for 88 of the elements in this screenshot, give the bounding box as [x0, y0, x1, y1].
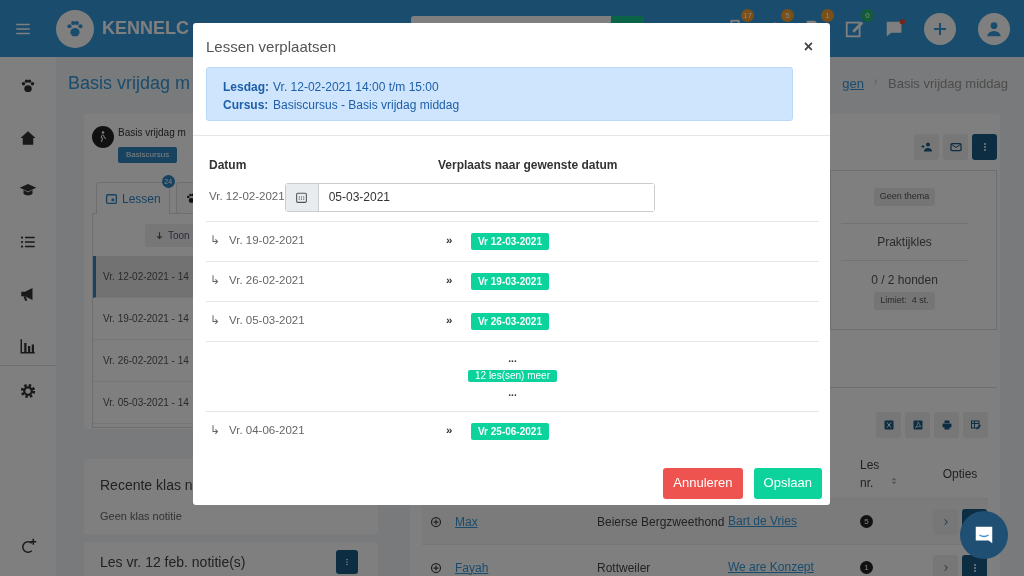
export-button[interactable]: [963, 412, 988, 438]
card-title: Les vr. 12 feb. notitie(s): [100, 552, 246, 572]
more-button[interactable]: [972, 134, 997, 160]
new-date-badge: Vr 25-06-2021: [471, 422, 549, 440]
card-title: Recente klas n: [100, 476, 194, 495]
envelope-icon: [949, 141, 962, 153]
limit-badge: Limiet: 4 st.: [874, 292, 935, 310]
person-plus-icon: [920, 141, 933, 153]
paw-icon[interactable]: [19, 77, 37, 95]
column-header: Datum: [208, 156, 248, 174]
cancel-button[interactable]: Annuleren: [663, 467, 743, 499]
user-avatar[interactable]: [978, 12, 1010, 45]
lesson-number: 1: [860, 561, 873, 574]
chevron-icon: [941, 562, 950, 573]
close-button[interactable]: ×: [799, 39, 817, 56]
double-arrow: »: [446, 233, 454, 249]
more-button[interactable]: [962, 554, 987, 576]
theme-badge: Geen thema: [873, 188, 936, 206]
lesson-number: 5: [860, 515, 873, 528]
dog-name-link[interactable]: Max: [455, 512, 478, 531]
refresh-plus-icon[interactable]: [19, 538, 37, 556]
ellipsis-text: ...: [508, 354, 517, 364]
chevron-icon: [941, 516, 950, 527]
new-date-badge: Vr 19-03-2021: [471, 272, 549, 290]
more-button[interactable]: [336, 550, 358, 574]
ellipsis-text: ...: [508, 388, 517, 398]
column-header[interactable]: Opties: [942, 465, 978, 483]
notification-count: 17: [741, 8, 754, 22]
export-button[interactable]: [876, 412, 901, 438]
column-header[interactable]: Les nr.: [860, 456, 890, 492]
export-button[interactable]: [934, 412, 959, 438]
new-date-badge: Vr 26-03-2021: [471, 312, 549, 330]
info-value: Basiscursus - Basis vrijdag middag: [273, 96, 460, 114]
breed-text: Beierse Bergzweethond: [597, 513, 725, 531]
breed-text: Rottweiler: [597, 559, 651, 576]
plus-circle-icon[interactable]: [430, 561, 442, 574]
arrow-down-icon: [155, 231, 164, 240]
printer-icon: [940, 419, 953, 431]
course-type-badge: Basiscursus: [118, 147, 178, 163]
info-value: Vr. 12-02-2021 14:00 t/m 15:00: [273, 78, 439, 96]
indent-arrow: ↳: [209, 273, 221, 289]
empty-text: Geen klas notitie: [100, 509, 183, 524]
double-arrow: »: [446, 313, 454, 329]
date-field[interactable]: 05-03-2021: [284, 182, 655, 212]
lesson-date: Vr. 05-03-2021: [229, 313, 306, 329]
double-arrow: »: [446, 273, 454, 289]
column-header: Verplaats naar gewenste datum: [437, 156, 619, 174]
owner-link[interactable]: Bart de Vries: [728, 513, 797, 530]
lesson-date: Vr. 12-02-2021: [208, 189, 285, 205]
notification-count: 5: [781, 8, 794, 22]
modal-title: Lessen verplaatsen: [206, 37, 337, 57]
logo-text: KENNELC: [102, 17, 189, 40]
indent-arrow: ↳: [209, 233, 221, 249]
notification-count: 1: [821, 8, 834, 22]
gear-icon[interactable]: [19, 382, 37, 400]
lesson-date: Vr. 19-02-2021: [229, 233, 306, 249]
lesson-type: Praktijkles: [877, 234, 932, 251]
course-name: Basis vrijdag m: [118, 126, 186, 140]
info-label: Cursus:: [223, 96, 270, 114]
owner-link[interactable]: We are Konzept: [728, 559, 814, 576]
more-lessons-badge: 12 les(sen) meer: [468, 370, 557, 382]
plus-icon: [932, 20, 948, 37]
dog-name-link[interactable]: Fayah: [455, 558, 489, 576]
add-person-button[interactable]: [914, 134, 939, 160]
indent-arrow: ↳: [209, 423, 221, 439]
breadcrumb-item[interactable]: gen: [842, 73, 865, 94]
new-date-badge: Vr 12-03-2021: [471, 232, 549, 250]
bar-chart-icon[interactable]: [19, 337, 37, 355]
double-arrow: »: [446, 423, 454, 439]
notification-count: 0: [861, 8, 874, 22]
lesson-date: Vr. 04-06-2021: [229, 423, 306, 439]
person-icon: [986, 20, 1002, 37]
house-icon[interactable]: [19, 129, 37, 147]
occupancy-text: 0 / 2 honden: [871, 272, 938, 289]
export-button[interactable]: [905, 412, 930, 438]
save-button[interactable]: Opslaan: [753, 467, 822, 499]
lesson-date: Vr. 26-02-2021: [229, 273, 306, 289]
add-button[interactable]: [924, 12, 956, 45]
email-button[interactable]: [943, 134, 968, 160]
calendar-icon: [295, 190, 309, 204]
calendar-icon: [105, 192, 118, 205]
page-title: Basis vrijdag m: [68, 72, 191, 95]
table-edit-icon: [969, 419, 982, 431]
info-label: Lesdag:: [223, 78, 270, 96]
walking-person-icon: [97, 131, 109, 143]
indent-arrow: ↳: [209, 313, 221, 329]
plus-circle-icon[interactable]: [430, 515, 442, 528]
chat-bubble-icon: [973, 524, 995, 546]
